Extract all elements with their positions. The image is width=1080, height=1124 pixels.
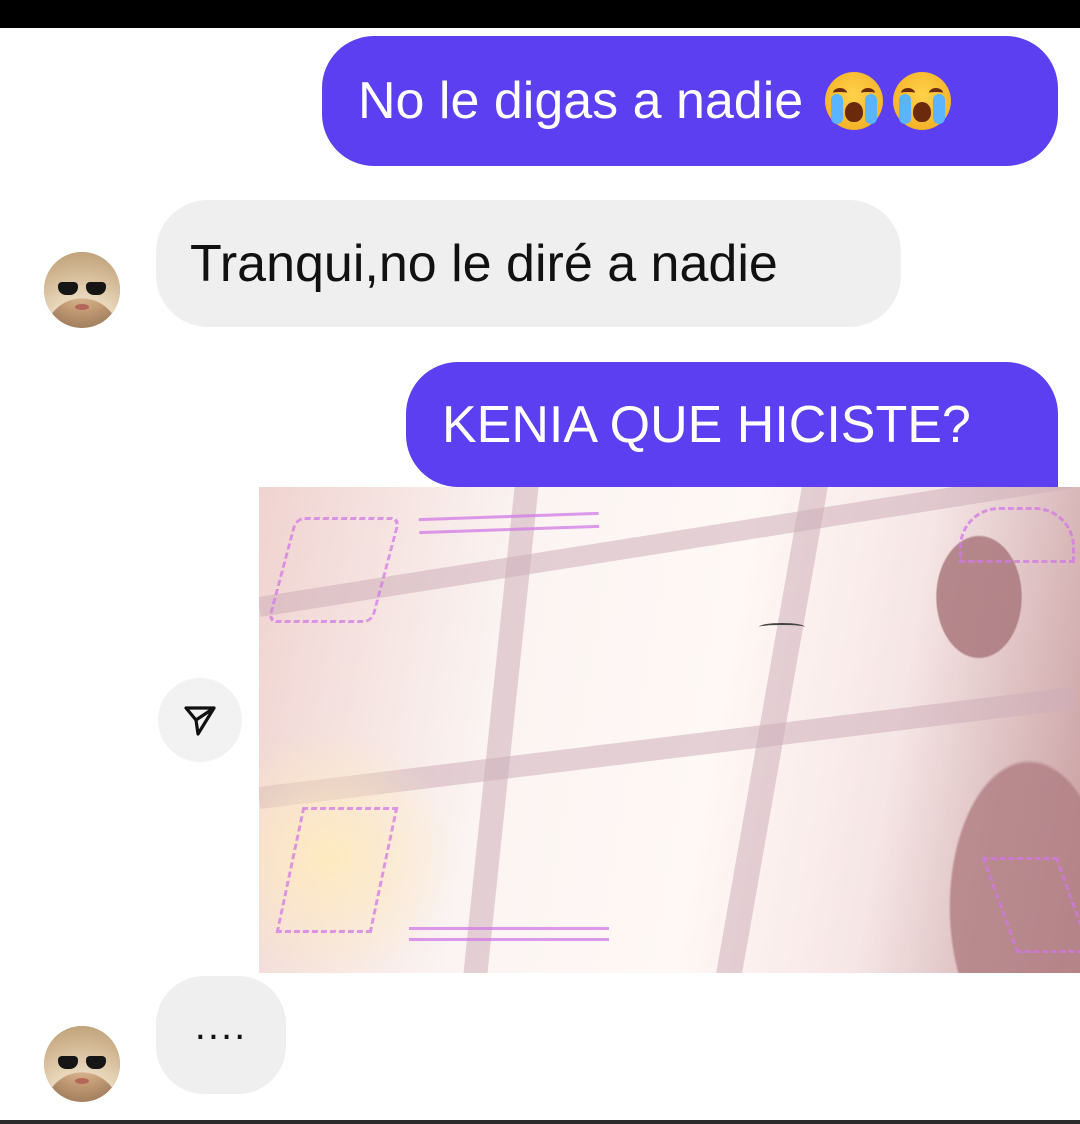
message-text: Tranqui,no le diré a nadie	[190, 234, 778, 293]
bottom-divider	[0, 1120, 1080, 1124]
message-bubble-received[interactable]: ....	[156, 976, 286, 1094]
emoji-group	[825, 72, 952, 130]
share-button[interactable]	[158, 678, 242, 762]
loudly-crying-face-icon	[825, 72, 884, 130]
message-text: ....	[194, 1004, 248, 1048]
message-bubble-received[interactable]: Tranqui,no le diré a nadie	[156, 200, 901, 327]
send-paper-plane-icon	[184, 706, 216, 736]
avatar[interactable]	[44, 252, 120, 328]
loudly-crying-face-icon	[893, 72, 952, 130]
message-text: No le digas a nadie	[358, 72, 804, 130]
message-bubble-sent[interactable]: KENIA QUE HICISTE?	[406, 362, 1058, 487]
shared-photo[interactable]	[259, 487, 1080, 973]
avatar[interactable]	[44, 1026, 120, 1102]
status-bar	[0, 0, 1080, 28]
message-text: KENIA QUE HICISTE?	[442, 395, 971, 454]
message-bubble-sent[interactable]: No le digas a nadie	[322, 36, 1058, 166]
